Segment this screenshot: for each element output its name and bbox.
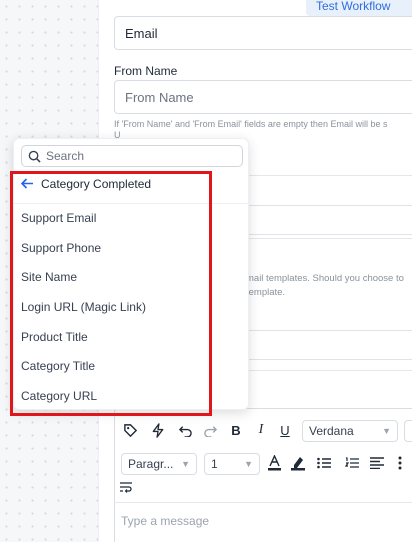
font-color-select[interactable]: [404, 420, 412, 442]
paragraph-style-value: Paragr...: [128, 457, 174, 471]
align-left-icon[interactable]: [369, 455, 385, 471]
editor-divider: [114, 502, 412, 503]
paragraph-style-select[interactable]: Paragr... ▼: [121, 453, 197, 475]
redo-icon[interactable]: [202, 422, 218, 438]
from-email-input[interactable]: [246, 205, 412, 235]
highlight-icon[interactable]: [290, 454, 306, 472]
undo-icon[interactable]: [177, 422, 193, 438]
test-workflow-button[interactable]: Test Workflow: [306, 0, 412, 16]
font-family-value: Verdana: [309, 424, 354, 438]
italic-button[interactable]: I: [254, 421, 268, 439]
dropdown-search-input[interactable]: Search: [21, 145, 243, 167]
search-icon: [28, 150, 41, 163]
highlight-annotation-box: [10, 171, 212, 416]
from-name-input[interactable]: From Name: [114, 80, 412, 114]
tag-icon[interactable]: [121, 421, 139, 439]
from-fields-help-text: If 'From Name' and 'From Email' fields a…: [114, 119, 388, 129]
search-placeholder: Search: [46, 149, 85, 163]
email-type-select[interactable]: Email: [114, 16, 412, 50]
bullet-list-icon[interactable]: [316, 455, 332, 471]
font-size-value: 1: [211, 457, 218, 471]
chevron-down-icon: ▼: [181, 459, 190, 469]
template-note: mail templates. Should you choose to: [246, 273, 404, 284]
numbered-list-icon[interactable]: [344, 455, 360, 471]
from-name-label: From Name: [114, 64, 178, 78]
bold-button[interactable]: B: [229, 421, 243, 439]
subject-input[interactable]: [246, 330, 412, 360]
font-family-select[interactable]: Verdana ▼: [302, 420, 398, 442]
template-note-cont: template.: [246, 287, 286, 298]
font-size-select[interactable]: 1 ▼: [204, 453, 260, 475]
text-color-icon[interactable]: [266, 454, 282, 472]
more-options-icon[interactable]: [394, 454, 406, 472]
lightning-icon[interactable]: [149, 421, 167, 439]
chevron-down-icon: ▼: [382, 426, 391, 436]
chevron-down-icon: ▼: [244, 459, 253, 469]
underline-button[interactable]: U: [278, 421, 292, 439]
text-wrap-icon[interactable]: [119, 480, 133, 494]
message-placeholder[interactable]: Type a message: [121, 514, 209, 528]
